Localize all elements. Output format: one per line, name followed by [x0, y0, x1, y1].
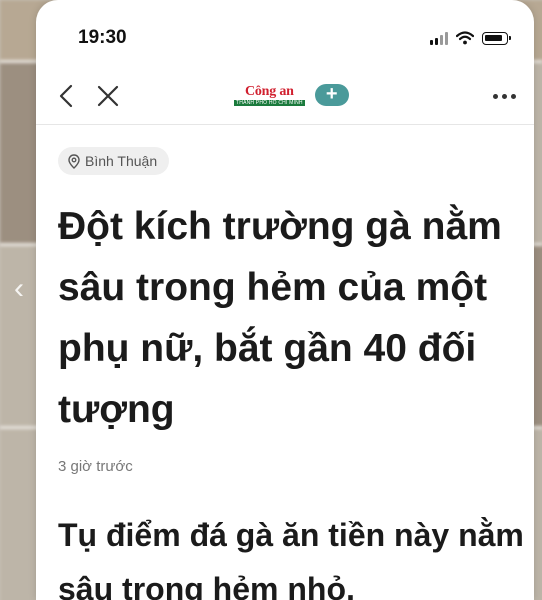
wifi-icon: [456, 31, 474, 45]
publisher-subtitle: THÀNH PHỐ HỒ CHÍ MINH: [234, 99, 305, 106]
battery-icon: [482, 31, 511, 45]
article-timestamp: 3 giờ trước: [58, 458, 133, 475]
status-icons: [430, 31, 511, 45]
more-button[interactable]: [493, 94, 516, 99]
more-icon-dot: [493, 94, 498, 99]
signal-icon: [430, 31, 448, 45]
follow-button[interactable]: +: [314, 84, 349, 106]
back-button[interactable]: [52, 82, 80, 110]
publisher-logo[interactable]: Công an THÀNH PHỐ HỒ CHÍ MINH: [234, 83, 305, 106]
status-time: 19:30: [78, 27, 127, 48]
back-chevron-icon: [59, 84, 73, 108]
location-pin-icon: [68, 153, 80, 169]
more-icon-dot: [511, 94, 516, 99]
background-left-chevron-icon: ‹: [14, 272, 24, 305]
article-headline: Đột kích trường gà nằm sâu trong hẻm của…: [58, 205, 502, 431]
location-label: Bình Thuận: [85, 153, 158, 169]
article-lead: Tụ điểm đá gà ăn tiền này nằm sâu trong …: [58, 517, 524, 600]
close-icon: [97, 85, 119, 107]
location-tag[interactable]: Bình Thuận: [58, 147, 170, 175]
more-icon-dot: [502, 94, 507, 99]
status-bar: 19:30: [36, 0, 534, 70]
article-sheet: 19:30 Công an THÀNH PHỐ HỒ CHÍ MINH + Bì…: [36, 0, 534, 600]
close-button[interactable]: [94, 82, 122, 110]
nav-bar: Công an THÀNH PHỐ HỒ CHÍ MINH +: [36, 70, 534, 125]
publisher-name: Công an: [244, 83, 294, 99]
publisher-brand: Công an THÀNH PHỐ HỒ CHÍ MINH +: [234, 84, 349, 106]
